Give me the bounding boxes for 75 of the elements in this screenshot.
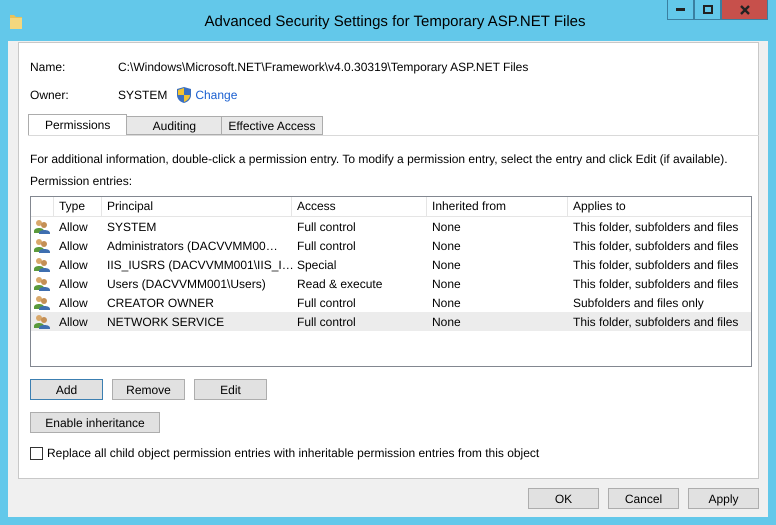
table-cell-text: This folder, subfolders and files — [572, 258, 740, 272]
name-label: Name: — [29, 60, 66, 74]
users-icon — [34, 238, 50, 253]
checkbox-label: Replace all child object permission entries with inheritable permission entries from this object — [47, 446, 540, 460]
column-header[interactable]: Principal — [101, 197, 291, 216]
table-cell-text: None — [431, 220, 462, 234]
tab[interactable]: Auditing — [126, 116, 222, 135]
table-cell-text: This folder, subfolders and files — [572, 314, 740, 328]
table-cell-text: Allow — [58, 238, 89, 252]
dialog-button[interactable]: Cancel — [608, 488, 679, 509]
users-icon — [34, 257, 50, 272]
window-title: Advanced Security Settings for Temporary ASP.NET Files — [203, 12, 586, 30]
table-cell-text: NETWORK SERVICE — [106, 314, 226, 328]
table-cell-text: CREATOR OWNER — [106, 296, 215, 310]
enable-inheritance-button[interactable]: Enable inheritance — [30, 412, 160, 433]
table-cell-text: Read & execute — [296, 276, 384, 290]
table-cell-text: SYSTEM — [106, 220, 158, 234]
permission-row[interactable]: Allow SYSTEM Full control None This folder, subfolders and files — [31, 217, 751, 236]
entry-button[interactable]: Add — [30, 379, 103, 400]
dialog-button[interactable]: Apply — [688, 488, 759, 509]
name-value: C:\Windows\Microsoft.NET\Framework\v4.0.30319\Temporary ASP.NET Files — [118, 60, 528, 74]
close-button[interactable] — [721, 0, 768, 20]
owner-label: Owner: — [29, 88, 70, 102]
maximize-button[interactable] — [694, 0, 721, 20]
column-header[interactable]: Applies to — [567, 197, 751, 216]
table-cell-text: None — [431, 314, 462, 328]
shield-icon — [177, 87, 192, 103]
table-cell-text: Allow — [58, 314, 89, 328]
permission-row[interactable]: Allow NETWORK SERVICE Full control None This folder, subfolders and files — [31, 312, 751, 331]
table-cell-text: Full control — [296, 238, 357, 252]
table-cell-text: Full control — [296, 220, 357, 234]
close-icon — [740, 4, 750, 14]
column-header[interactable]: Inherited from — [426, 197, 567, 216]
table-cell-text: Allow — [58, 296, 89, 310]
table-cell-text: Allow — [58, 220, 89, 234]
table-cell-text: Subfolders and files only — [572, 296, 705, 310]
dialog-button[interactable]: OK — [528, 488, 599, 509]
tab[interactable]: Permissions — [28, 114, 128, 135]
table-cell-text: None — [431, 238, 462, 252]
table-cell-text: Full control — [296, 314, 357, 328]
table-cell-text: Users (DACVVMM001\Users) — [106, 276, 267, 290]
entry-button[interactable]: Edit — [194, 379, 267, 400]
owner-value: SYSTEM — [118, 88, 168, 102]
checkbox[interactable] — [30, 446, 43, 460]
entry-button[interactable]: Remove — [112, 379, 185, 400]
maximize-icon — [702, 5, 712, 14]
table-cell-text: None — [431, 296, 462, 310]
table-cell-text: Full control — [296, 296, 357, 310]
permission-row[interactable]: Allow Administrators (DACVVMM00… Full control None This folder, subfolders and files — [31, 236, 751, 255]
users-icon — [34, 219, 50, 234]
table-cell-text: None — [431, 276, 462, 290]
permission-row[interactable]: Allow CREATOR OWNER Full control None Subfolders and files only — [31, 293, 751, 312]
minimize-icon — [676, 8, 685, 11]
info-text: For additional information, double-click a permission entry. To modify a permission entry, select the entry and click Edit (if available). — [30, 152, 729, 166]
table-cell-text: Allow — [58, 258, 89, 272]
folder-icon — [10, 12, 22, 28]
table-cell-text: Special — [296, 258, 338, 272]
table-cell-text: Administrators (DACVVMM00… — [106, 238, 279, 252]
table-cell-text: IIS_IUSRS (DACVVMM001\IIS_I… — [106, 258, 291, 272]
column-header[interactable]: Type — [53, 197, 101, 216]
table-cell-text: None — [431, 258, 462, 272]
table-cell-text: This folder, subfolders and files — [572, 220, 740, 234]
change-link[interactable]: Change — [195, 88, 238, 102]
permission-row[interactable]: Allow IIS_IUSRS (DACVVMM001\IIS_I… Special None This folder, subfolders and files — [31, 255, 751, 274]
tab[interactable]: Effective Access — [221, 116, 323, 135]
table-cell-text: This folder, subfolders and files — [572, 276, 740, 290]
table-cell-text: This folder, subfolders and files — [572, 238, 740, 252]
permission-row[interactable]: Allow Users (DACVVMM001\Users) Read & execute None This folder, subfolders and files — [31, 274, 751, 293]
column-header[interactable]: Access — [291, 197, 426, 216]
table-cell-text: Allow — [58, 276, 89, 290]
minimize-button[interactable] — [667, 0, 694, 20]
users-icon — [34, 314, 50, 329]
entries-label: Permission entries: — [30, 174, 134, 188]
users-icon — [34, 276, 50, 291]
users-icon — [34, 295, 50, 310]
